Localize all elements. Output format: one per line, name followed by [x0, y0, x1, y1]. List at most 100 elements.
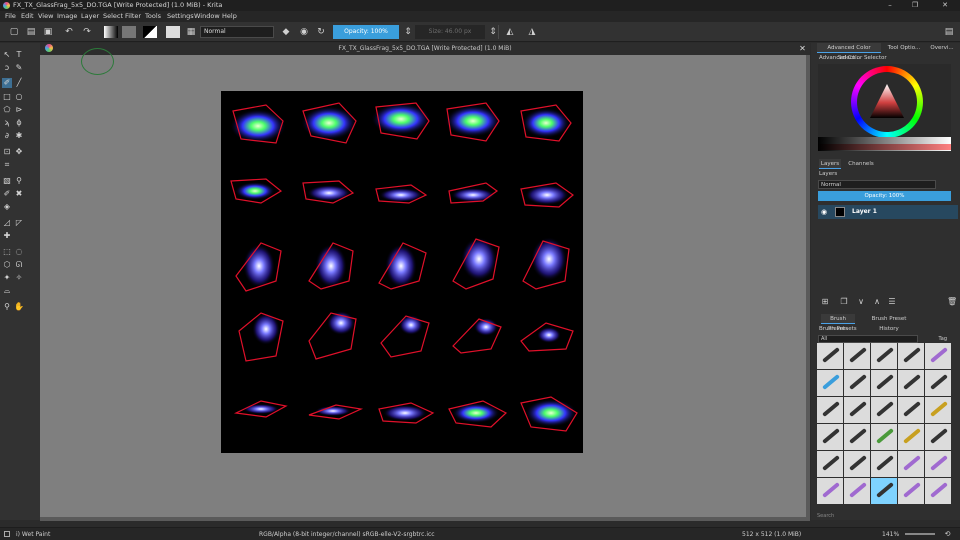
- transform-tool-icon[interactable]: ⊡: [2, 147, 12, 157]
- crop-tool-icon[interactable]: ⌗: [2, 160, 12, 170]
- move-tool-icon[interactable]: ✥: [14, 147, 24, 157]
- brush-preset-item[interactable]: [871, 424, 897, 450]
- polygon-tool-icon[interactable]: ⬠: [2, 105, 12, 115]
- undo-icon[interactable]: ↶: [64, 27, 74, 37]
- brush-preset-item[interactable]: [817, 424, 843, 450]
- opacity-slider[interactable]: Opacity: 100%: [333, 25, 399, 39]
- ellipse-tool-icon[interactable]: ○: [14, 92, 24, 102]
- image-canvas[interactable]: [221, 91, 583, 453]
- menu-edit[interactable]: Edit: [21, 12, 34, 20]
- brush-preset-item[interactable]: [817, 370, 843, 396]
- brush-preset-item[interactable]: [871, 370, 897, 396]
- open-document-icon[interactable]: ▤: [26, 27, 36, 37]
- multibrush-tool-icon[interactable]: ✱: [14, 131, 24, 141]
- brush-preset-item[interactable]: [844, 370, 870, 396]
- brush-tag-filter-select[interactable]: All: [818, 335, 918, 343]
- menu-view[interactable]: View: [38, 12, 53, 20]
- save-icon[interactable]: ▣: [43, 27, 53, 37]
- brush-preset-item[interactable]: [925, 397, 951, 423]
- brush-preset-item[interactable]: [898, 397, 924, 423]
- mirror-horizontal-icon[interactable]: ◭: [505, 27, 515, 37]
- tab-brush-presets[interactable]: Brush Presets: [821, 314, 855, 332]
- select-shapes-tool-icon[interactable]: ↖: [2, 50, 12, 60]
- brush-preset-item[interactable]: [898, 370, 924, 396]
- tab-layers[interactable]: Layers: [819, 159, 841, 169]
- brush-preset-item[interactable]: [817, 478, 843, 504]
- hue-ring[interactable]: [851, 66, 923, 138]
- brush-preset-item[interactable]: [817, 397, 843, 423]
- gradient-selector-icon[interactable]: [104, 26, 118, 38]
- brush-preset-item[interactable]: [844, 478, 870, 504]
- canvas-area[interactable]: FX_TX_GlassFrag_5x5_DO.TGA [Write Protec…: [40, 43, 810, 521]
- add-layer-icon[interactable]: ⊞: [820, 297, 830, 307]
- menu-layer[interactable]: Layer: [81, 12, 99, 20]
- layer-opacity-slider[interactable]: Opacity: 100%: [818, 191, 951, 201]
- bezier-selection-tool-icon[interactable]: ⌓: [2, 286, 12, 296]
- size-slider[interactable]: Size: 46.00 px: [415, 25, 485, 39]
- bezier-tool-icon[interactable]: ϡ: [2, 118, 12, 128]
- brush-search-input[interactable]: Search: [817, 513, 954, 520]
- brush-preset-item[interactable]: [871, 343, 897, 369]
- brush-preset-item[interactable]: [925, 370, 951, 396]
- rotate-canvas-icon[interactable]: ⟲: [943, 530, 952, 538]
- dynamic-brush-tool-icon[interactable]: ∂: [2, 131, 12, 141]
- similar-color-selection-tool-icon[interactable]: ✧: [14, 273, 24, 283]
- layer-properties-icon[interactable]: ☰: [887, 297, 897, 307]
- pattern-selector-icon[interactable]: [122, 26, 136, 38]
- brush-preset-item[interactable]: [844, 451, 870, 477]
- color-shade-bar[interactable]: [818, 144, 951, 150]
- redo-icon[interactable]: ↷: [82, 27, 92, 37]
- gradient-tool-icon[interactable]: ▧: [2, 176, 12, 186]
- polyline-tool-icon[interactable]: ⊳: [14, 105, 24, 115]
- brush-preset-item[interactable]: [817, 343, 843, 369]
- brush-tag-button[interactable]: Tag: [925, 335, 947, 343]
- eye-visibility-icon[interactable]: ◉: [821, 208, 827, 216]
- close-window-button[interactable]: ✕: [935, 0, 955, 11]
- new-document-icon[interactable]: ▢: [9, 27, 19, 37]
- brush-preset-item[interactable]: [925, 478, 951, 504]
- blend-mode-select[interactable]: Normal: [200, 26, 274, 38]
- brush-preset-item[interactable]: [844, 397, 870, 423]
- brush-preset-item[interactable]: [925, 424, 951, 450]
- tab-overview[interactable]: Overvi...: [926, 43, 958, 53]
- zoom-level-label[interactable]: 141%: [882, 531, 899, 538]
- brush-preset-item[interactable]: [871, 451, 897, 477]
- move-layer-up-icon[interactable]: ∧: [872, 297, 882, 307]
- elliptical-selection-tool-icon[interactable]: ◌: [14, 247, 24, 257]
- reload-preset-icon[interactable]: ↻: [316, 27, 326, 37]
- assistant-tool-icon[interactable]: ◿: [2, 218, 12, 228]
- maximize-button[interactable]: ❐: [905, 0, 925, 11]
- brush-preset-item[interactable]: [844, 343, 870, 369]
- reference-images-tool-icon[interactable]: ✚: [2, 231, 12, 241]
- duplicate-layer-icon[interactable]: ❐: [839, 297, 849, 307]
- tab-advanced-color-selector[interactable]: Advanced Color Select...: [817, 43, 881, 61]
- menu-filter[interactable]: Filter: [125, 12, 141, 20]
- rectangular-selection-tool-icon[interactable]: ⬚: [2, 247, 12, 257]
- menu-window[interactable]: Window: [194, 12, 220, 20]
- horizontal-scrollbar[interactable]: [40, 517, 810, 521]
- vertical-scrollbar[interactable]: [806, 55, 810, 517]
- brush-preset-item-selected[interactable]: [871, 478, 897, 504]
- menu-settings[interactable]: Settings: [167, 12, 194, 20]
- rectangle-tool-icon[interactable]: □: [2, 92, 12, 102]
- contiguous-selection-tool-icon[interactable]: ✦: [2, 273, 12, 283]
- delete-layer-icon[interactable]: 🗑: [947, 297, 957, 307]
- brush-preset-item[interactable]: [817, 451, 843, 477]
- layer-row[interactable]: ◉ Layer 1: [818, 205, 958, 219]
- freehand-path-tool-icon[interactable]: ϕ: [14, 118, 24, 128]
- layer-name[interactable]: Layer 1: [852, 208, 877, 215]
- brush-preset-item[interactable]: [925, 451, 951, 477]
- menu-select[interactable]: Select: [103, 12, 123, 20]
- color-space-label[interactable]: RGB/Alpha (8-bit integer/channel) sRGB-e…: [259, 531, 435, 538]
- preserve-alpha-icon[interactable]: ◉: [299, 27, 309, 37]
- smart-patch-tool-icon[interactable]: ✖: [14, 189, 24, 199]
- close-document-icon[interactable]: ✕: [798, 44, 807, 53]
- workspace-chooser-icon[interactable]: ▤: [944, 27, 954, 37]
- zoom-slider[interactable]: [905, 533, 935, 535]
- workspace-grid-icon[interactable]: ▦: [186, 27, 196, 37]
- menu-file[interactable]: File: [5, 12, 16, 20]
- tab-brush-preset-history[interactable]: Brush Preset History: [863, 314, 915, 332]
- brush-preset-item[interactable]: [898, 451, 924, 477]
- move-layer-down-icon[interactable]: ∨: [856, 297, 866, 307]
- current-brush-label[interactable]: i) Wet Paint: [16, 531, 50, 538]
